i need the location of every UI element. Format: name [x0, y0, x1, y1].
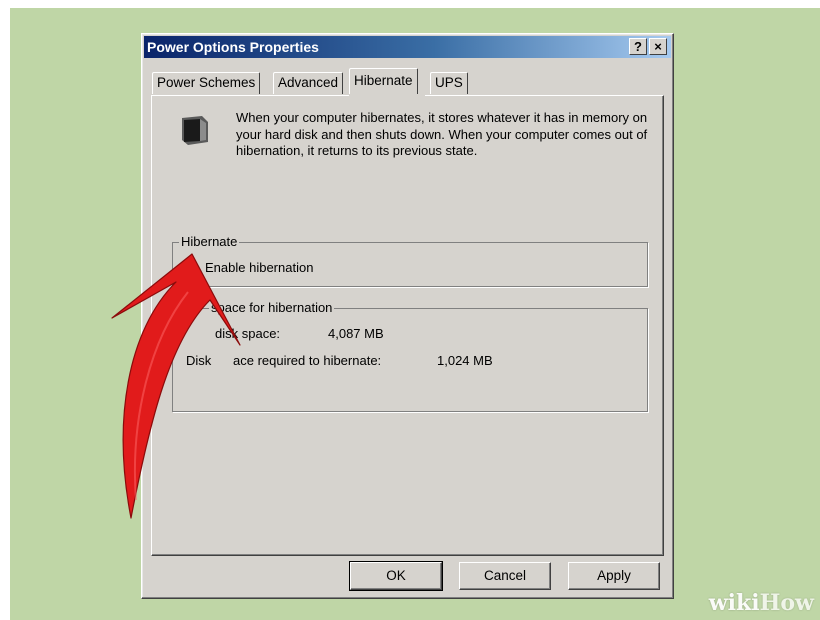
free-disk-space-value: 4,087 MB: [328, 326, 384, 341]
hibernate-monitor-moon-icon: [176, 112, 212, 148]
tab-power-schemes[interactable]: Power Schemes: [152, 72, 261, 94]
enable-hibernation-checkbox[interactable]: [183, 262, 196, 275]
free-disk-space-label: disk space:: [215, 326, 281, 341]
active-tab-joint: [349, 94, 425, 97]
required-space-label-end: ace required to hibernate:: [233, 353, 382, 368]
tab-advanced[interactable]: Advanced: [273, 72, 344, 94]
tab-hibernate[interactable]: Hibernate: [349, 68, 418, 96]
enable-hibernation-label[interactable]: Enable hibernation: [205, 260, 313, 275]
title-bar[interactable]: Power Options Properties ? ×: [144, 36, 671, 58]
close-button[interactable]: ×: [649, 38, 667, 55]
hibernate-description: When your computer hibernates, it stores…: [236, 110, 648, 158]
watermark-how: How: [759, 590, 814, 616]
wikihow-watermark: wikiHow: [709, 590, 814, 616]
ok-button[interactable]: OK: [349, 561, 443, 591]
apply-button[interactable]: Apply: [568, 562, 660, 590]
hibernate-groupbox: Hibernate Enable hibernation: [172, 234, 648, 287]
hibernate-group-title: Hibernate: [179, 234, 240, 249]
disk-space-group-title: space for hibernation: [209, 300, 335, 315]
hibernate-tab-panel: When your computer hibernates, it stores…: [151, 95, 664, 556]
window-title: Power Options Properties: [147, 39, 319, 55]
watermark-wiki: wiki: [708, 590, 760, 616]
cancel-button[interactable]: Cancel: [459, 562, 551, 590]
power-options-dialog: Power Options Properties ? × Power Schem…: [141, 33, 674, 599]
required-space-label-start: Disk: [186, 353, 212, 368]
required-space-value: 1,024 MB: [437, 353, 493, 368]
help-button[interactable]: ?: [629, 38, 647, 55]
disk-space-groupbox: space for hibernation disk space: 4,087 …: [172, 300, 648, 412]
tab-ups[interactable]: UPS: [430, 72, 468, 94]
